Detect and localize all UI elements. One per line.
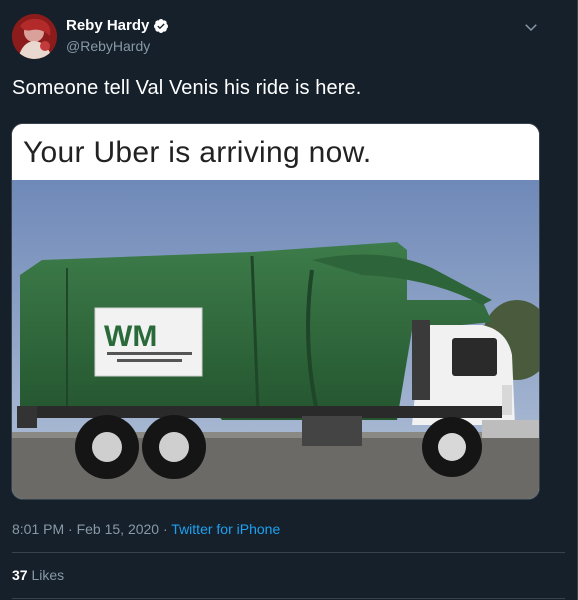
- tweet-source-link[interactable]: Twitter for iPhone: [171, 521, 280, 537]
- avatar[interactable]: [12, 14, 57, 59]
- tweet-card: Reby Hardy @RebyHardy Someone tell Val V…: [0, 0, 578, 600]
- tweet-timestamp[interactable]: 8:01 PM · Feb 15, 2020: [12, 521, 159, 537]
- display-name[interactable]: Reby Hardy: [66, 17, 149, 34]
- divider: [12, 552, 565, 553]
- tweet-text: Someone tell Val Venis his ride is here.: [12, 77, 362, 99]
- likes-label: Likes: [31, 567, 65, 583]
- author-name-row[interactable]: Reby Hardy: [66, 17, 169, 34]
- verified-badge-icon: [154, 18, 169, 33]
- divider: [12, 598, 565, 599]
- avatar-image: [12, 14, 57, 59]
- meme-caption: Your Uber is arriving now.: [12, 124, 539, 180]
- likes-count: 37: [12, 567, 28, 583]
- chevron-down-icon[interactable]: [522, 18, 540, 36]
- author-handle[interactable]: @RebyHardy: [66, 38, 150, 54]
- tweet-meta: 8:01 PM · Feb 15, 2020 · Twitter for iPh…: [12, 521, 280, 537]
- garbage-truck-photo: WM: [12, 180, 539, 499]
- likes-stat[interactable]: 37 Likes: [12, 567, 64, 583]
- meta-separator: ·: [159, 521, 172, 537]
- truck-logo: WM: [104, 320, 157, 353]
- tweet-media-image[interactable]: Your Uber is arriving now. WM: [11, 123, 540, 500]
